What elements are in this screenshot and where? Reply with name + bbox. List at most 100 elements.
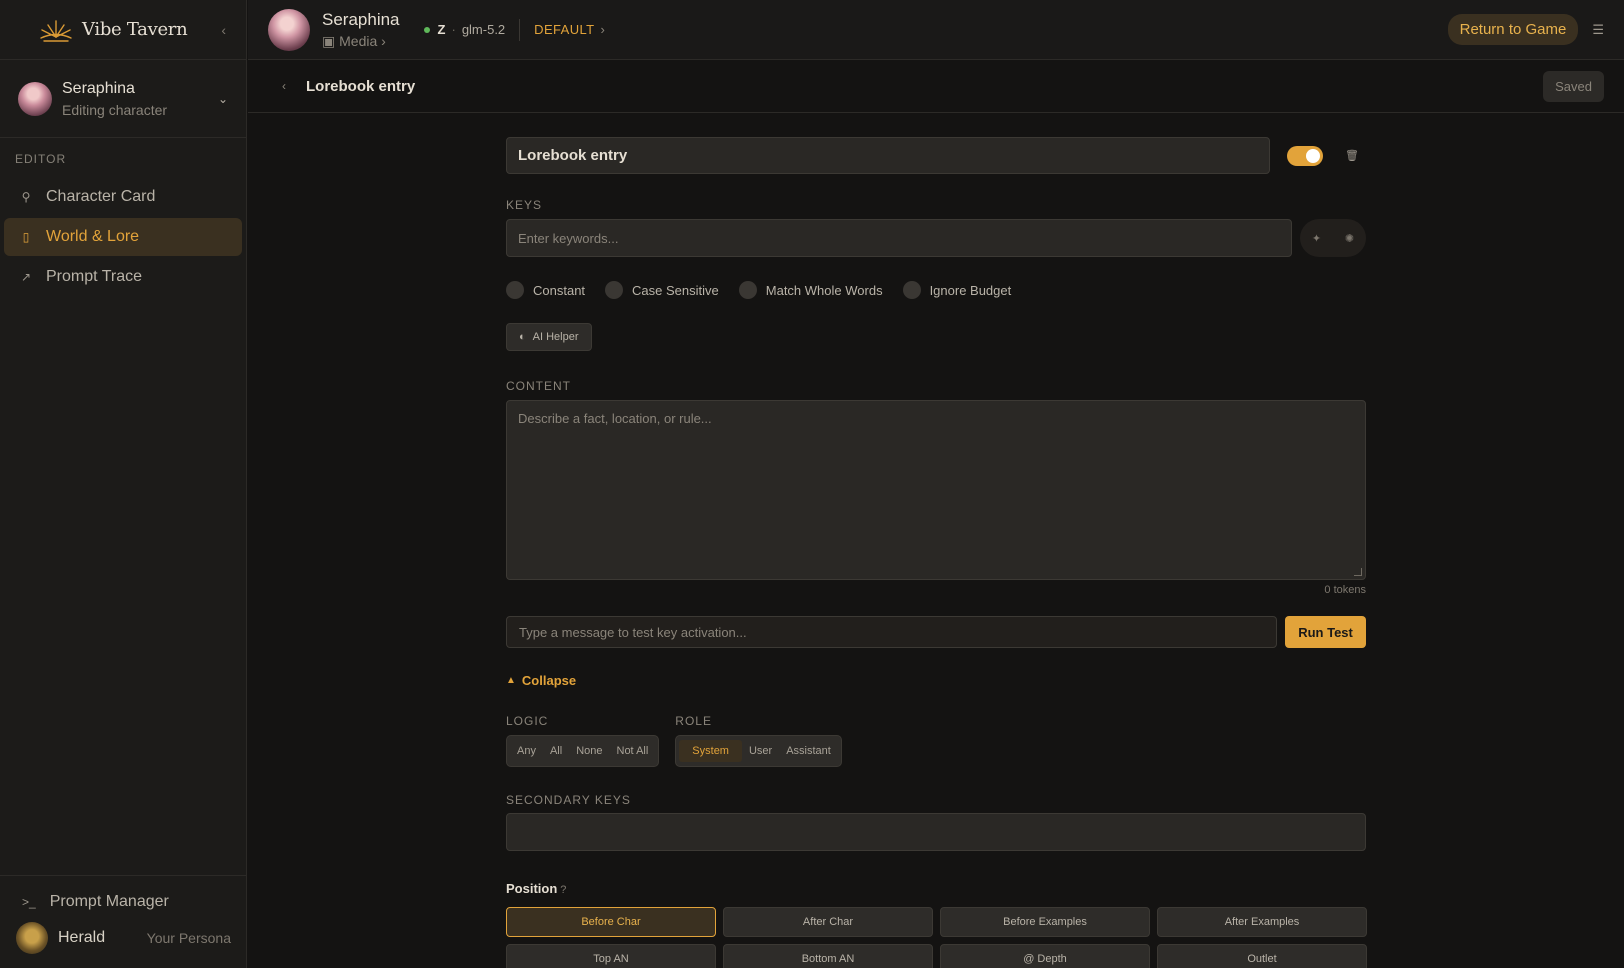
media-link[interactable]: ▣ Media › bbox=[322, 33, 400, 50]
secondary-keys-label: SECONDARY KEYS bbox=[506, 793, 631, 807]
return-to-game-button[interactable]: Return to Game bbox=[1447, 14, 1579, 45]
key-tools: ✦ ✺ bbox=[1300, 219, 1366, 257]
sidebar-item-label: World & Lore bbox=[46, 228, 140, 245]
sparkle-icon[interactable]: ✺ bbox=[1345, 232, 1354, 245]
entry-enabled-toggle[interactable] bbox=[1287, 145, 1323, 166]
sidebar-item-label: Character Card bbox=[46, 188, 156, 205]
preset-name: DEFAULT bbox=[534, 22, 595, 37]
back-icon[interactable]: ‹ bbox=[282, 79, 286, 93]
role-option-user[interactable]: User bbox=[742, 740, 779, 762]
position-bottom-an[interactable]: Bottom AN bbox=[723, 944, 933, 968]
logic-selector: Any All None Not All bbox=[506, 735, 660, 767]
entry-title-input[interactable]: Lorebook entry bbox=[506, 137, 1270, 174]
status-dot-icon bbox=[423, 26, 430, 33]
option-match-whole-words[interactable]: Match Whole Words bbox=[738, 281, 883, 299]
entry-options: Constant Case Sensitive Match Whole Word… bbox=[506, 281, 1366, 299]
nav-section-label: EDITOR bbox=[15, 152, 67, 166]
book-icon: ▯ bbox=[22, 230, 30, 244]
position-after-char[interactable]: After Char bbox=[723, 907, 933, 937]
position-grid: Before Char After Char Before Examples A… bbox=[506, 907, 1367, 968]
logic-label: LOGIC bbox=[506, 714, 549, 728]
position-outlet[interactable]: Outlet bbox=[1157, 944, 1367, 968]
chat-character-avatar[interactable] bbox=[268, 8, 310, 51]
checkbox[interactable] bbox=[902, 281, 921, 299]
persona-role: Your Persona bbox=[146, 930, 231, 946]
model-selector[interactable]: Z · glm-5.2 bbox=[423, 22, 506, 37]
token-count: 0 tokens bbox=[1324, 584, 1366, 596]
sidebar: Vibe Tavern ‹ Seraphina Editing characte… bbox=[0, 0, 247, 968]
logic-option-not-all[interactable]: Not All bbox=[610, 740, 656, 762]
chevron-right-icon: › bbox=[600, 22, 606, 37]
position-after-examples[interactable]: After Examples bbox=[1157, 907, 1367, 937]
logic-option-any[interactable]: Any bbox=[510, 740, 543, 762]
role-option-assistant[interactable]: Assistant bbox=[779, 740, 838, 762]
terminal-icon: >_ bbox=[22, 895, 36, 909]
sliders-icon[interactable]: ☰ bbox=[1592, 22, 1604, 38]
trend-icon: ↗ bbox=[20, 270, 32, 284]
page-title: Lorebook entry bbox=[306, 77, 416, 95]
checkbox[interactable] bbox=[506, 281, 524, 299]
chevron-down-icon: ⌄ bbox=[217, 91, 228, 106]
ai-icon: ◐ bbox=[519, 331, 526, 343]
content-textarea[interactable]: Describe a fact, location, or rule... bbox=[506, 400, 1366, 580]
persona-switcher[interactable]: Herald Your Persona bbox=[0, 918, 247, 958]
sidebar-item-prompt-trace[interactable]: ↗ Prompt Trace bbox=[4, 258, 242, 296]
option-case-sensitive[interactable]: Case Sensitive bbox=[605, 281, 719, 299]
brand-name: Vibe Tavern bbox=[82, 19, 188, 40]
test-message-input[interactable]: Type a message to test key activation... bbox=[506, 616, 1278, 648]
separator: · bbox=[451, 22, 456, 37]
keys-label: KEYS bbox=[506, 198, 543, 212]
sidebar-item-world-lore[interactable]: ▯ World & Lore bbox=[4, 218, 242, 256]
option-constant[interactable]: Constant bbox=[506, 281, 585, 299]
persona-name: Herald bbox=[58, 929, 106, 946]
keys-input[interactable]: Enter keywords... bbox=[506, 219, 1292, 257]
logic-option-none[interactable]: None bbox=[569, 740, 609, 762]
character-status: Editing character bbox=[62, 101, 168, 118]
secondary-keys-input[interactable] bbox=[506, 813, 1366, 851]
position-at-depth[interactable]: @ Depth bbox=[940, 944, 1150, 968]
prompt-manager-label: Prompt Manager bbox=[49, 893, 169, 910]
position-before-examples[interactable]: Before Examples bbox=[940, 907, 1150, 937]
wrench-icon: ⚲ bbox=[21, 190, 31, 204]
content-label: CONTENT bbox=[506, 379, 571, 393]
model-name: glm-5.2 bbox=[461, 22, 506, 37]
trash-icon[interactable]: 🗑 bbox=[1345, 149, 1359, 162]
media-icon: ▣ bbox=[322, 32, 340, 49]
collapse-toggle[interactable]: ▲ Collapse bbox=[506, 673, 1366, 688]
run-test-button[interactable]: Run Test bbox=[1285, 616, 1366, 648]
divider bbox=[519, 18, 521, 41]
sidebar-footer: >_ Prompt Manager Herald Your Persona bbox=[0, 875, 247, 968]
top-bar: Seraphina ▣ Media › Z · glm-5.2 DEFAULT ›… bbox=[248, 0, 1624, 60]
character-avatar bbox=[18, 81, 52, 116]
option-ignore-budget[interactable]: Ignore Budget bbox=[902, 281, 1011, 299]
collapse-sidebar-icon[interactable]: ‹ bbox=[221, 22, 226, 38]
sidebar-item-label: Prompt Trace bbox=[46, 268, 143, 285]
position-top-an[interactable]: Top AN bbox=[506, 944, 716, 968]
persona-avatar bbox=[16, 922, 48, 954]
sidebar-item-character-card[interactable]: ⚲ Character Card bbox=[4, 178, 242, 216]
lotus-logo-icon bbox=[40, 19, 72, 42]
help-icon[interactable]: ? bbox=[560, 884, 566, 896]
chat-character-name: Seraphina bbox=[322, 9, 400, 29]
lorebook-entry-form: Lorebook entry 🗑 KEYS Enter keywords... … bbox=[506, 137, 1367, 968]
chevron-right-icon: › bbox=[377, 32, 386, 49]
saved-status-button[interactable]: Saved bbox=[1543, 70, 1604, 102]
prompt-manager-link[interactable]: >_ Prompt Manager bbox=[0, 886, 247, 918]
checkbox[interactable] bbox=[738, 281, 757, 299]
character-name: Seraphina bbox=[62, 79, 135, 97]
character-switcher[interactable]: Seraphina Editing character ⌄ bbox=[0, 60, 246, 138]
magic-wand-icon[interactable]: ✦ bbox=[1312, 232, 1321, 245]
checkbox[interactable] bbox=[605, 281, 624, 299]
page-header: ‹ Lorebook entry Saved bbox=[248, 60, 1624, 113]
role-option-system[interactable]: System bbox=[679, 740, 742, 762]
ai-helper-button[interactable]: ◐ AI Helper bbox=[506, 323, 592, 351]
position-before-char[interactable]: Before Char bbox=[506, 907, 716, 937]
role-label: ROLE bbox=[675, 714, 712, 728]
logic-option-all[interactable]: All bbox=[543, 740, 569, 762]
editor-nav: EDITOR ⚲ Character Card ▯ World & Lore ↗… bbox=[0, 138, 246, 296]
position-label: Position? bbox=[506, 881, 567, 896]
resize-handle-icon[interactable] bbox=[1354, 568, 1362, 576]
triangle-up-icon: ▲ bbox=[506, 675, 516, 686]
role-selector: System User Assistant bbox=[675, 735, 842, 767]
preset-selector[interactable]: DEFAULT › bbox=[534, 22, 605, 37]
